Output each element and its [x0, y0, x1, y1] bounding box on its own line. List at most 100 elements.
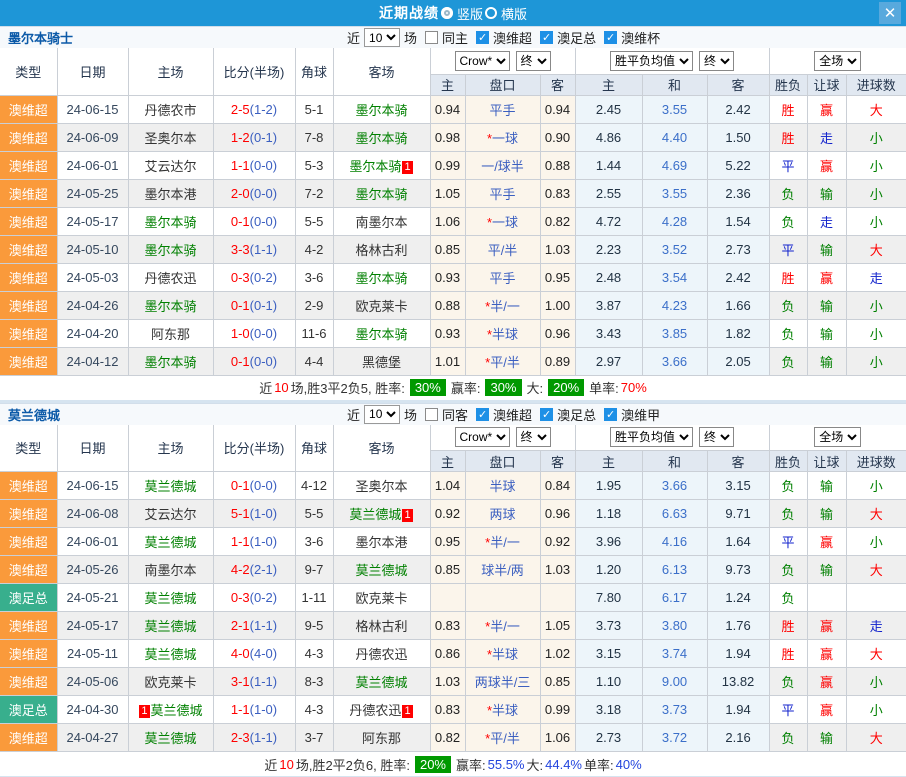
away-odds-cell: 0.96 — [540, 500, 575, 528]
result-text: 输 — [820, 731, 833, 746]
score-cell: 0-1(0-0) — [213, 347, 295, 375]
score-cell: 0-3(0-2) — [213, 263, 295, 291]
scope-select[interactable]: 全场 — [814, 51, 861, 71]
handicap-result-cell: 输 — [807, 235, 846, 263]
fulltime-score: 4-2 — [231, 562, 250, 577]
halftime-score: (0-0) — [250, 326, 277, 341]
avg-final-select[interactable]: 终 — [699, 427, 734, 447]
halftime-score: (0-0) — [250, 214, 277, 229]
league-checkbox-0[interactable]: ✓ — [476, 408, 489, 421]
avg-home-cell: 1.95 — [575, 472, 642, 500]
team-name: 莫兰德城 — [144, 591, 196, 606]
avg-away-cell: 2.42 — [707, 95, 769, 123]
fulltime-score: 4-0 — [231, 646, 250, 661]
halftime-score: (1-2) — [250, 102, 277, 117]
home-odds-cell: 0.83 — [430, 612, 465, 640]
avg-sub-header-1: 和 — [642, 74, 707, 95]
away-team-cell: 墨尔本港 — [333, 528, 430, 556]
date-cell: 24-05-17 — [57, 207, 128, 235]
home-team-cell: 阿东那 — [128, 319, 213, 347]
result-sub-header-1: 让球 — [807, 74, 846, 95]
goals-result-cell: 大 — [846, 640, 906, 668]
avg-draw-cell: 6.13 — [642, 556, 707, 584]
halftime-score: (1-0) — [250, 534, 277, 549]
result-text: 负 — [782, 187, 795, 202]
team-sections: 墨尔本骑士近10场同主✓澳维超✓澳足总✓澳维杯类型日期主场比分(半场)角球客场C… — [0, 26, 906, 776]
fulltime-score: 1-1 — [231, 534, 250, 549]
handicap-text: 一球 — [492, 131, 518, 146]
home-odds-cell: 0.94 — [430, 95, 465, 123]
avg-draw-cell: 3.85 — [642, 319, 707, 347]
away-odds-cell: 0.84 — [540, 472, 575, 500]
same-venue-checkbox[interactable] — [425, 31, 438, 44]
team-name-title: 墨尔本骑士 — [8, 28, 73, 47]
result-sub-header-0: 胜负 — [769, 74, 807, 95]
final-odds-select[interactable]: 终 — [516, 427, 551, 447]
result-text: 赢 — [820, 535, 833, 550]
team-name-title: 莫兰德城 — [8, 405, 60, 424]
home-odds-cell: 0.99 — [430, 151, 465, 179]
home-odds-cell — [430, 584, 465, 612]
close-button[interactable]: ✕ — [879, 2, 901, 24]
league-checkbox-0[interactable]: ✓ — [476, 31, 489, 44]
scope-group-header: 全场 — [769, 425, 906, 451]
final-odds-select[interactable]: 终 — [516, 51, 551, 71]
league-checkbox-1[interactable]: ✓ — [540, 408, 553, 421]
score-cell: 1-0(0-0) — [213, 319, 295, 347]
vertical-layout-radio[interactable] — [441, 7, 453, 19]
home-team-cell: 欧克莱卡 — [128, 668, 213, 696]
horizontal-layout-label[interactable]: 横版 — [501, 4, 527, 23]
column-header-2: 主场 — [128, 425, 213, 472]
home-team-cell: 莫兰德城 — [128, 472, 213, 500]
score-cell: 2-5(1-2) — [213, 95, 295, 123]
avg-type-select[interactable]: 胜平负均值 — [610, 51, 693, 71]
page-title: 近期战绩 — [379, 3, 439, 23]
table-row: 澳维超24-05-11莫兰德城4-0(4-0)4-3丹德农迅0.86*半球1.0… — [0, 640, 906, 668]
team-name: 墨尔本骑 — [144, 355, 196, 370]
result-cell: 平 — [769, 235, 807, 263]
home-team-cell: 艾云达尔 — [128, 151, 213, 179]
scope-select[interactable]: 全场 — [814, 427, 861, 447]
corners-cell: 3-7 — [295, 724, 333, 752]
away-odds-cell: 0.83 — [540, 179, 575, 207]
rate-badge: 30% — [485, 379, 521, 396]
avg-away-cell: 9.73 — [707, 556, 769, 584]
fulltime-score: 0-3 — [231, 270, 250, 285]
date-cell: 24-05-17 — [57, 612, 128, 640]
company-select[interactable]: Crow* — [455, 427, 510, 447]
result-text: 平 — [782, 703, 795, 718]
column-header-4: 角球 — [295, 425, 333, 472]
team-name: 欧克莱卡 — [355, 591, 407, 606]
handicap-text: 半球 — [492, 703, 518, 718]
vertical-layout-label[interactable]: 竖版 — [457, 4, 483, 23]
corners-cell: 4-3 — [295, 696, 333, 724]
recent-count-select[interactable]: 10 — [364, 405, 400, 424]
column-header-1: 日期 — [57, 425, 128, 472]
avg-type-select[interactable]: 胜平负均值 — [610, 427, 693, 447]
horizontal-layout-radio[interactable] — [485, 7, 497, 19]
away-team-cell: 圣奥尔本 — [333, 472, 430, 500]
avg-draw-cell: 4.16 — [642, 528, 707, 556]
team-name: 丹德农迅 — [144, 271, 196, 286]
recent-count-select[interactable]: 10 — [364, 28, 400, 47]
goals-result-cell: 小 — [846, 696, 906, 724]
home-team-cell: 莫兰德城 — [128, 724, 213, 752]
same-venue-checkbox[interactable] — [425, 408, 438, 421]
away-team-cell: 墨尔本骑 — [333, 263, 430, 291]
result-cell: 负 — [769, 179, 807, 207]
corners-cell: 5-5 — [295, 207, 333, 235]
away-team-cell: 格林古利 — [333, 612, 430, 640]
league-checkbox-2[interactable]: ✓ — [604, 31, 617, 44]
score-cell: 5-1(1-0) — [213, 500, 295, 528]
league-checkbox-1[interactable]: ✓ — [540, 31, 553, 44]
result-cell: 平 — [769, 151, 807, 179]
avg-final-select[interactable]: 终 — [699, 51, 734, 71]
home-odds-cell: 0.93 — [430, 263, 465, 291]
result-text: 负 — [782, 327, 795, 342]
home-team-cell: 莫兰德城 — [128, 612, 213, 640]
handicap-result-cell: 输 — [807, 291, 846, 319]
handicap-cell: *半/一 — [465, 528, 540, 556]
company-select[interactable]: Crow* — [455, 51, 510, 71]
league-checkbox-2[interactable]: ✓ — [604, 408, 617, 421]
home-odds-cell: 0.88 — [430, 291, 465, 319]
